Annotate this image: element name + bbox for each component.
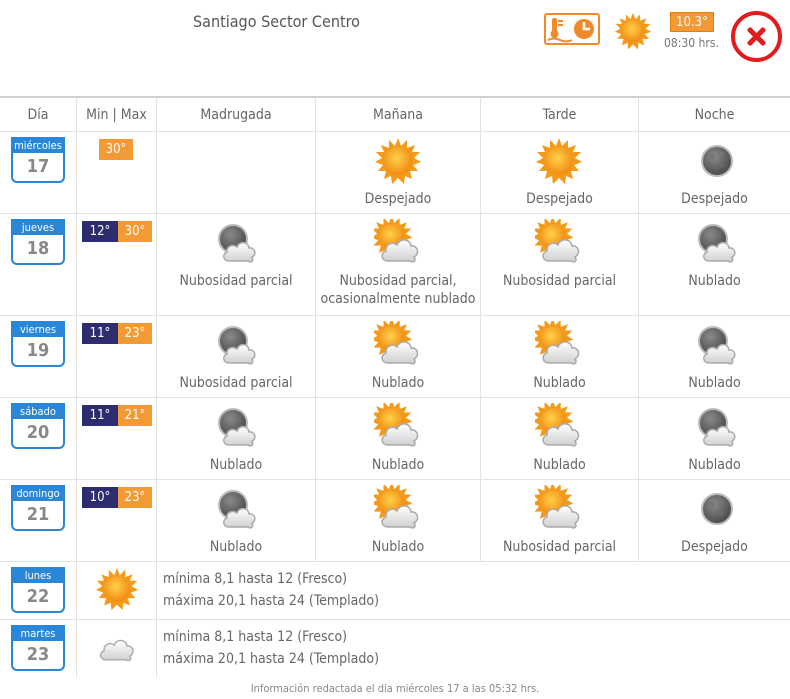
table-row: jueves 18 12° 30° Nubosidad parcial Nubo…: [0, 214, 790, 316]
condition-text: Nubosidad parcial,: [339, 273, 457, 289]
moon-cloud-icon: [698, 224, 736, 263]
day-number: 17: [26, 156, 50, 177]
condition-text: Despejado: [681, 191, 748, 207]
moon-icon: [701, 145, 733, 177]
moon-cloud-icon: [218, 326, 256, 365]
weekday-label: domingo: [13, 487, 63, 501]
condition-text: Nublado: [371, 539, 425, 555]
col-header-manana: Mañana: [316, 98, 481, 131]
sun-icon: [536, 138, 582, 184]
moon-cloud-icon: [218, 408, 256, 447]
weekday-label: martes: [13, 627, 63, 641]
max-temp: 30°: [99, 139, 133, 160]
sun-cloud-icon: [535, 403, 580, 447]
weekday-label: lunes: [13, 569, 63, 583]
weekday-label: viernes: [13, 323, 63, 337]
sun-cloud-icon: [374, 485, 419, 529]
day-number: 23: [26, 644, 50, 665]
weekday-label: miércoles: [13, 139, 63, 153]
col-header-minmax: Min | Max: [77, 98, 157, 131]
table-row: lunes 22 mínima 8,1 hasta 12 (Fresco) má…: [0, 562, 790, 620]
calendar-badge: viernes 19: [11, 321, 65, 367]
moon-cloud-icon: [218, 490, 256, 529]
min-range-text: mínima 8,1 hasta 12 (Fresco): [163, 629, 348, 645]
footer-note: Información redactada el día miércoles 1…: [250, 682, 540, 695]
table-row: viernes 19 11° 23° Nubosidad parcial Nub…: [0, 316, 790, 398]
calendar-badge: miércoles 17: [11, 137, 65, 183]
table-row: martes 23 mínima 8,1 hasta 12 (Fresco) m…: [0, 620, 790, 677]
col-header-tarde: Tarde: [481, 98, 639, 131]
calendar-badge: lunes 22: [11, 567, 65, 613]
condition-text: Nublado: [209, 539, 263, 555]
moon-cloud-icon: [698, 408, 736, 447]
condition-text: Nublado: [371, 375, 425, 391]
table-row: domingo 21 10° 23° Nublado Nublado Nubos…: [0, 480, 790, 562]
table-header-row: Día Min | Max Madrugada Mañana Tarde Noc…: [0, 98, 790, 132]
current-time: 08:30 hrs.: [664, 36, 719, 50]
max-range-text: máxima 20,1 hasta 24 (Templado): [163, 593, 379, 609]
max-range-text: máxima 20,1 hasta 24 (Templado): [163, 651, 379, 667]
max-temp: 30°: [118, 221, 152, 242]
sun-cloud-icon: [535, 219, 580, 263]
condition-text: Nubosidad parcial: [179, 273, 293, 289]
calendar-badge: martes 23: [11, 625, 65, 671]
sun-cloud-icon: [374, 219, 419, 263]
condition-text: Nubosidad parcial: [179, 375, 293, 391]
calendar-badge: sábado 20: [11, 403, 65, 449]
cloud-icon: [99, 639, 134, 662]
condition-text: Despejado: [364, 191, 432, 207]
min-range-text: mínima 8,1 hasta 12 (Fresco): [163, 571, 348, 587]
thermometer-clock-icon[interactable]: [544, 13, 600, 45]
min-temp: 11°: [82, 323, 118, 344]
condition-text: Nublado: [688, 273, 741, 289]
sun-icon: [375, 138, 421, 184]
condition-text: Nublado: [371, 457, 425, 473]
day-number: 18: [26, 238, 50, 259]
table-row: miércoles 17 30° Despejado Despejado Des…: [0, 132, 790, 214]
weekday-label: sábado: [13, 405, 63, 419]
calendar-badge: jueves 18: [11, 219, 65, 265]
sun-cloud-icon: [535, 485, 580, 529]
moon-icon: [701, 493, 733, 525]
page-title: Santiago Sector Centro: [193, 12, 360, 31]
condition-text: Nubosidad parcial: [502, 539, 617, 555]
moon-cloud-icon: [698, 326, 736, 365]
sun-cloud-icon: [535, 321, 580, 365]
day-number: 21: [26, 504, 50, 525]
condition-text-line2: ocasionalmente nublado: [320, 291, 476, 307]
condition-text: Nublado: [209, 457, 263, 473]
weekday-label: jueves: [13, 221, 63, 235]
max-temp: 23°: [118, 323, 152, 344]
condition-text: Nublado: [533, 457, 586, 473]
sun-icon: [614, 12, 652, 50]
condition-text: Nublado: [688, 375, 741, 391]
table-row: sábado 20 11° 21° Nublado Nublado Nublad…: [0, 398, 790, 480]
forecast-table: Día Min | Max Madrugada Mañana Tarde Noc…: [0, 96, 790, 677]
moon-cloud-icon: [218, 224, 256, 263]
condition-text: Nublado: [533, 375, 586, 391]
condition-text: Despejado: [681, 539, 748, 555]
max-temp: 23°: [118, 487, 152, 508]
col-header-dia: Día: [0, 98, 77, 131]
condition-text: Nublado: [688, 457, 741, 473]
sun-icon: [95, 567, 139, 611]
sun-cloud-icon: [374, 321, 419, 365]
min-temp: 12°: [82, 221, 118, 242]
min-temp: 10°: [82, 487, 118, 508]
close-button[interactable]: [731, 11, 782, 62]
sun-cloud-icon: [374, 403, 419, 447]
condition-text: Nubosidad parcial: [502, 273, 617, 289]
day-number: 22: [26, 586, 50, 607]
day-number: 19: [26, 340, 50, 361]
min-temp: 11°: [82, 405, 118, 426]
day-number: 20: [26, 422, 50, 443]
current-temp-badge: 10.3°: [670, 12, 714, 32]
calendar-badge: domingo 21: [11, 485, 65, 531]
max-temp: 21°: [118, 405, 152, 426]
condition-text: Despejado: [526, 191, 593, 207]
col-header-noche: Noche: [694, 107, 735, 123]
col-header-madrugada: Madrugada: [157, 98, 316, 131]
